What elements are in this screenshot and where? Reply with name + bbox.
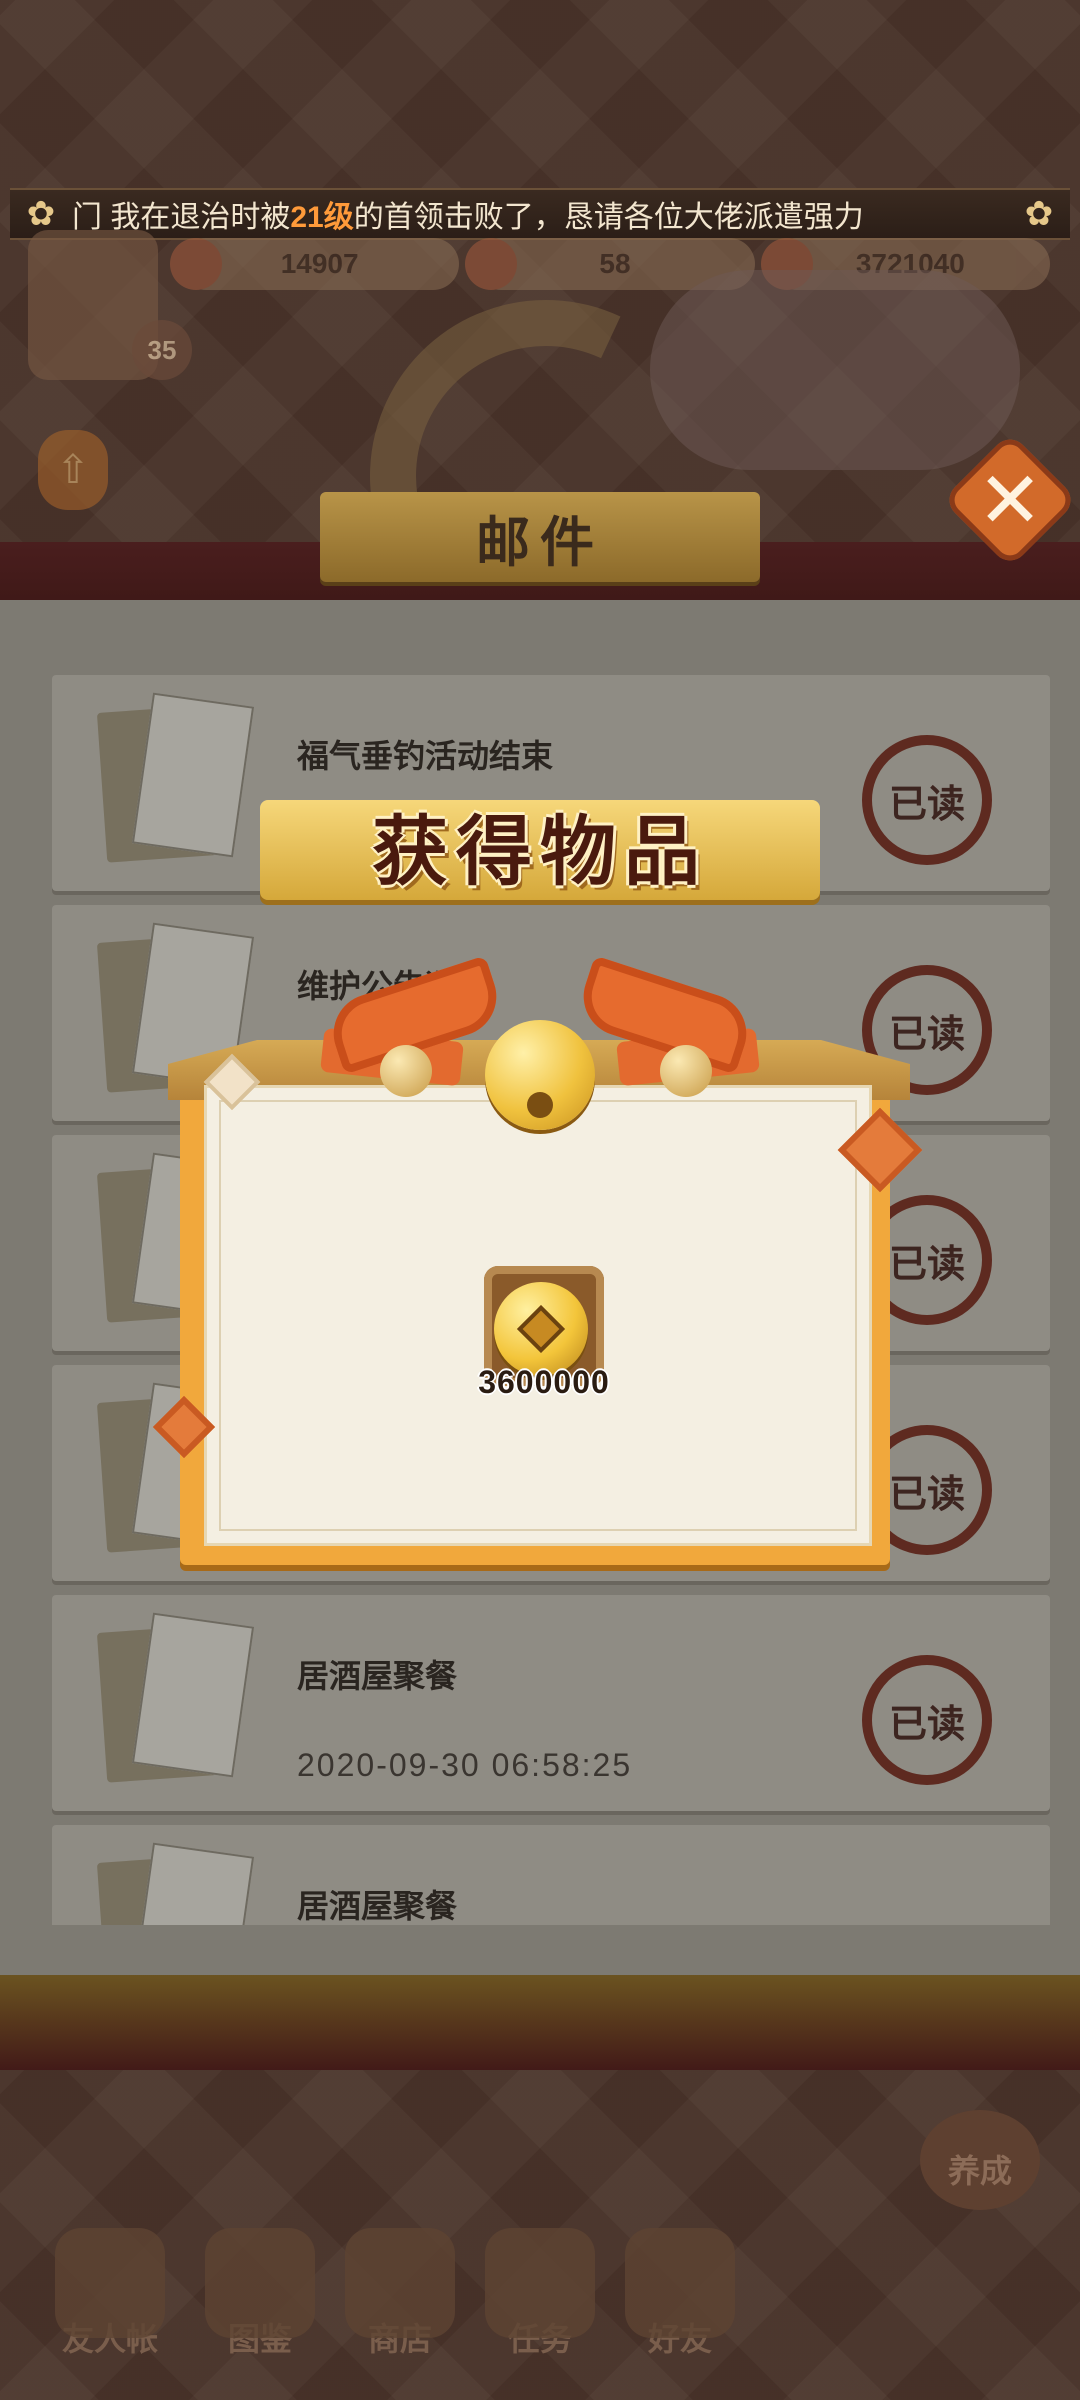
letter-icon (96, 692, 255, 869)
sakura-icon: ✿ (1024, 195, 1054, 233)
resource-stamina[interactable]: 14907 (170, 238, 460, 290)
letter-icon (96, 1842, 255, 1925)
ticker-text: 门 我在退治时被21级的首领击败了，恳请各位大佬派遣强力 (72, 201, 864, 234)
reward-title-banner: 获得物品 (260, 800, 820, 900)
nav-icon (485, 2228, 595, 2338)
mail-subject: 居酒屋聚餐 (297, 1658, 458, 1694)
nav-icon (345, 2228, 455, 2338)
mail-date: 2020-09-30 06:58:25 (297, 1747, 633, 1783)
coin-icon (494, 1282, 588, 1376)
player-level-badge: 35 (132, 320, 192, 380)
nav-item[interactable]: 图鉴 (205, 2228, 315, 2360)
nav-icon (625, 2228, 735, 2338)
nav-item[interactable]: 任务 (485, 2228, 595, 2360)
mail-subject: 福气垂钓活动结束 (297, 738, 554, 774)
cloud-decoration (650, 270, 1020, 470)
arrow-up-icon[interactable]: ⇧ (38, 430, 108, 510)
bead-decoration (660, 1045, 712, 1097)
mail-subject: 居酒屋聚餐 (297, 1888, 458, 1924)
cultivate-button[interactable]: 养成 (920, 2110, 1040, 2210)
bell-icon (485, 1020, 595, 1130)
nav-icon (205, 2228, 315, 2338)
letter-icon (96, 1612, 255, 1789)
close-icon: ✕ (977, 456, 1043, 544)
close-button[interactable]: ✕ (942, 432, 1078, 568)
nav-icon (55, 2228, 165, 2338)
nav-item[interactable]: 好友 (625, 2228, 735, 2360)
gem-icon (465, 238, 518, 290)
sakura-icon: ✿ (26, 195, 56, 233)
read-stamp: 已读 (862, 735, 992, 865)
stamina-icon (170, 238, 222, 290)
nav-item[interactable]: 商店 (345, 2228, 455, 2360)
mail-item[interactable]: 居酒屋聚餐 2020-09-30 06:58:25 已读 (52, 1595, 1050, 1815)
page-title: 邮件 (320, 492, 760, 582)
read-stamp: 已读 (862, 1655, 992, 1785)
announcement-ticker: ✿ 门 我在退治时被21级的首领击败了，恳请各位大佬派遣强力 ✿ (10, 188, 1070, 240)
nav-item[interactable]: 友人帐 (55, 2228, 165, 2360)
mail-item[interactable]: 居酒屋聚餐 (52, 1825, 1050, 1925)
reward-title: 获得物品 (372, 810, 708, 895)
reward-item-count: 3600000 (478, 1364, 610, 1400)
bead-decoration (380, 1045, 432, 1097)
panel-base (0, 1975, 1080, 2070)
bottom-nav: 友人帐 图鉴 商店 任务 好友 (0, 2210, 1080, 2400)
